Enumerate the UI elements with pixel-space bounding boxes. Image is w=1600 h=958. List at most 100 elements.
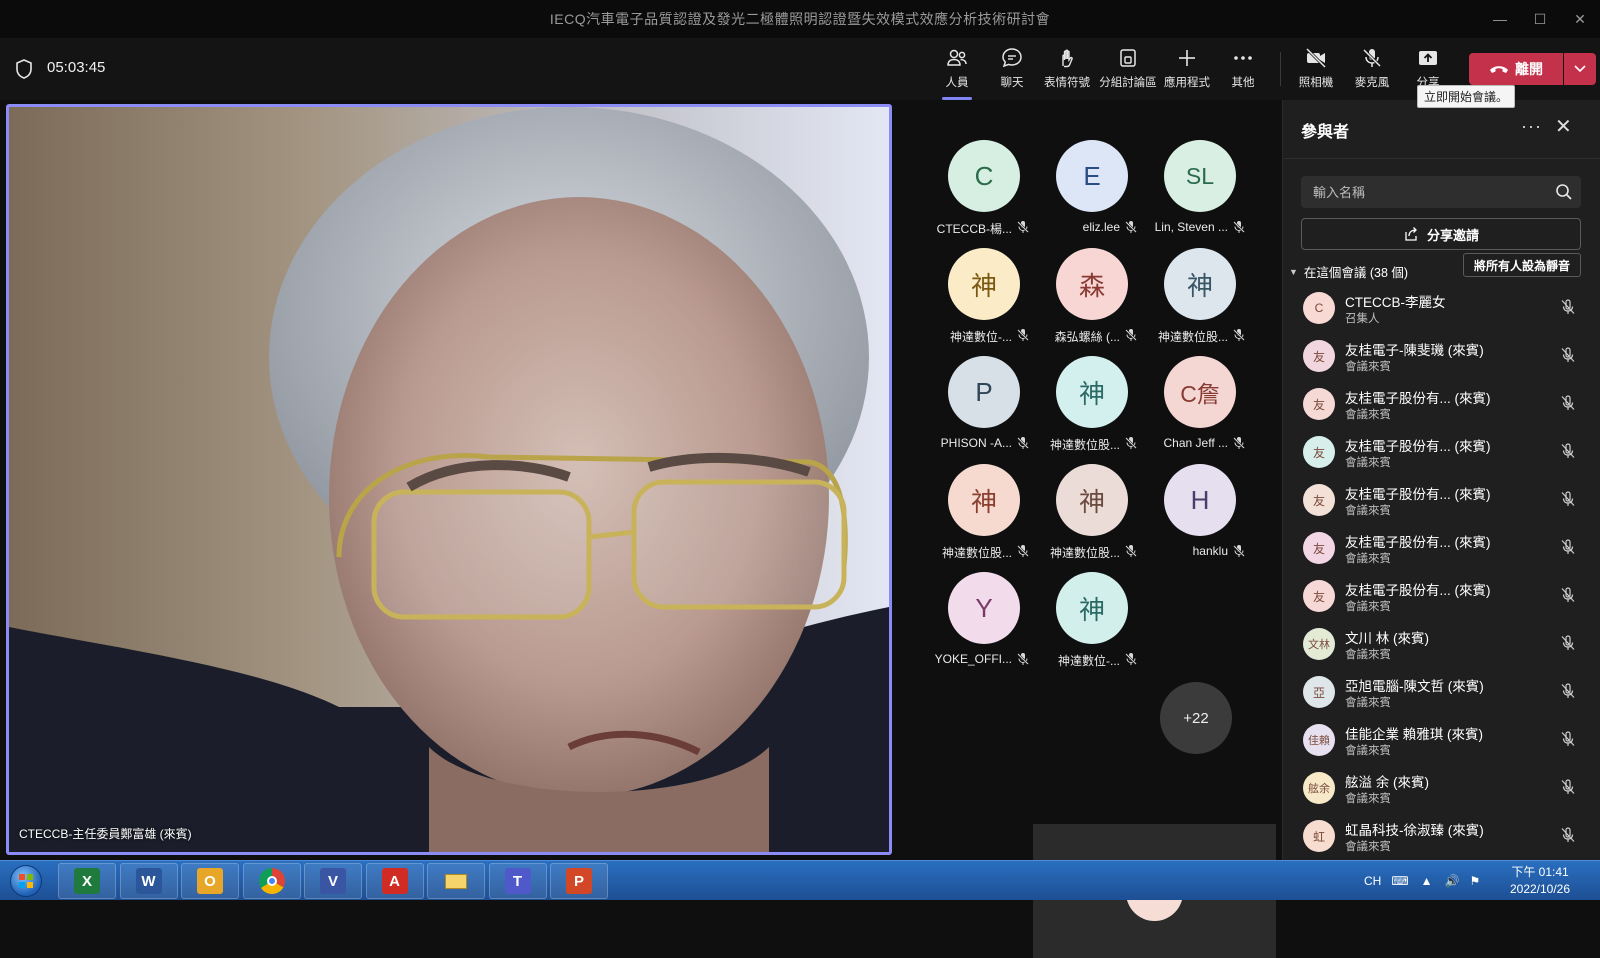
participant-name: Lin, Steven ... xyxy=(1154,220,1228,234)
minimize-button[interactable]: — xyxy=(1480,0,1520,38)
muted-mic-icon[interactable] xyxy=(1559,730,1577,748)
meeting-stage: CTECCB-主任委員鄭富雄 (來賓) C CTECCB-楊... Eeliz.le… xyxy=(0,100,1282,958)
participant-list-item[interactable]: 友友桂電子股份有... (來賓) 會議來賓 xyxy=(1283,476,1600,524)
participant-tile[interactable]: C CTECCB-楊... xyxy=(932,140,1040,248)
show-hidden-icons-icon[interactable]: ▲ xyxy=(1421,874,1433,888)
participant-list-item[interactable]: 舷余 舷溢 余 (來賓) 會議來賓 xyxy=(1283,764,1600,812)
taskbar-app-excel[interactable]: X xyxy=(58,863,116,899)
participant-list-item[interactable]: 亞亞旭電腦-陳文哲 (來賓) 會議來賓 xyxy=(1283,668,1600,716)
muted-mic-icon[interactable] xyxy=(1559,490,1577,508)
taskbar-app-powerpoint[interactable]: P xyxy=(550,863,608,899)
muted-mic-icon[interactable] xyxy=(1559,346,1577,364)
taskbar-app-outlook[interactable]: O xyxy=(181,863,239,899)
camera-button[interactable]: 照相機 xyxy=(1286,46,1346,94)
participant-tile[interactable]: 神神達數位股... xyxy=(1148,248,1256,356)
shield-icon[interactable] xyxy=(14,58,34,80)
panel-close-button[interactable]: ✕ xyxy=(1555,114,1572,139)
more-participants-tile[interactable]: +22 xyxy=(1160,682,1232,754)
participant-list-item[interactable]: 友友桂電子股份有... (來賓) 會議來賓 xyxy=(1283,572,1600,620)
breakout-rooms-label: 分組討論區 xyxy=(1099,77,1157,89)
participant-list-item[interactable]: 文林 文川 林 (來賓) 會議來賓 xyxy=(1283,620,1600,668)
participant-tile[interactable]: 神神達數位股... xyxy=(1040,356,1148,464)
participant-tile[interactable]: Hhanklu xyxy=(1148,464,1256,572)
leave-button[interactable]: 離開 xyxy=(1469,53,1563,85)
participant-name: 神達數位-... xyxy=(950,330,1012,344)
taskbar-app-chrome[interactable] xyxy=(242,863,301,899)
taskbar-app-teams[interactable]: T xyxy=(488,863,547,899)
camera-off-icon xyxy=(1305,47,1327,69)
people-button[interactable]: 人員 xyxy=(927,46,987,100)
toolbar-divider xyxy=(1280,52,1281,86)
share-icon xyxy=(1419,51,1437,65)
panel-more-button[interactable]: ··· xyxy=(1521,116,1542,137)
participant-name: 神達數位股... xyxy=(1049,438,1120,452)
taskbar-app-word[interactable]: W xyxy=(119,863,178,899)
participant-tile[interactable]: SL Lin, Steven ... xyxy=(1148,140,1256,248)
action-center-flag-icon[interactable]: ⚑ xyxy=(1470,874,1481,888)
participant-avatar: 神 xyxy=(948,464,1020,536)
taskbar-clock[interactable]: 下午 01:41 2022/10/26 xyxy=(1500,864,1580,898)
participant-tile[interactable]: 森森弘螺絲 (... xyxy=(1040,248,1148,356)
muted-mic-icon[interactable] xyxy=(1559,682,1577,700)
window-title: IECQ汽車電子品質認證及發光二極體照明認證暨失效模式效應分析技術研討會 xyxy=(549,11,1051,27)
in-meeting-section-toggle[interactable]: ▼ 在這個會議 (38 個) xyxy=(1289,262,1408,281)
breakout-rooms-button[interactable]: 分組討論區 xyxy=(1098,46,1158,94)
muted-mic-icon[interactable] xyxy=(1559,586,1577,604)
leave-options-button[interactable] xyxy=(1564,53,1596,85)
participant-tile[interactable]: 神神達數位-... xyxy=(932,248,1040,356)
mute-all-button[interactable]: 將所有人設為靜音 xyxy=(1463,253,1581,277)
participant-tile[interactable]: Eeliz.lee xyxy=(1040,140,1148,248)
muted-mic-icon xyxy=(1124,652,1138,666)
close-window-button[interactable]: ✕ xyxy=(1560,0,1600,38)
participant-tile[interactable]: 神神達數位股... xyxy=(1040,464,1148,572)
participant-list-item[interactable]: 友友桂電子股份有... (來賓) 會議來賓 xyxy=(1283,428,1600,476)
reactions-button[interactable]: 表情符號 xyxy=(1037,46,1097,94)
muted-mic-icon[interactable] xyxy=(1559,442,1577,460)
muted-mic-icon[interactable] xyxy=(1559,298,1577,316)
participant-list-name: 虹晶科技-徐淑臻 (來賓) xyxy=(1345,823,1484,838)
taskbar-app-explorer[interactable] xyxy=(427,863,485,899)
input-language[interactable]: CH xyxy=(1364,874,1381,888)
participant-list-avatar: 舷余 xyxy=(1303,772,1335,804)
participant-list-item[interactable]: C CTECCB-李麗女 召集人 xyxy=(1283,284,1600,332)
volume-icon[interactable]: 🔊 xyxy=(1445,874,1460,888)
muted-mic-icon[interactable] xyxy=(1559,634,1577,652)
start-button[interactable] xyxy=(4,863,48,899)
taskbar-app-acrobat[interactable]: A xyxy=(365,863,424,899)
participant-tile[interactable]: 神神達數位股... xyxy=(932,464,1040,572)
apps-button[interactable]: 應用程式 xyxy=(1157,46,1217,94)
keyboard-icon[interactable]: ⌨ xyxy=(1391,874,1408,888)
taskbar-app-visio[interactable]: V xyxy=(304,863,362,899)
participant-avatar: 神 xyxy=(1164,248,1236,320)
participant-avatar: 神 xyxy=(948,248,1020,320)
muted-mic-icon xyxy=(1016,436,1030,450)
muted-mic-icon[interactable] xyxy=(1559,394,1577,412)
participant-name: 神達數位股... xyxy=(1049,546,1120,560)
chat-button[interactable]: 聊天 xyxy=(982,46,1042,94)
search-icon[interactable] xyxy=(1555,183,1573,201)
maximize-button[interactable]: ☐ xyxy=(1520,0,1560,38)
more-button[interactable]: 其他 xyxy=(1213,46,1273,94)
participant-list-item[interactable]: 友友桂電子股份有... (來賓) 會議來賓 xyxy=(1283,524,1600,572)
muted-mic-icon[interactable] xyxy=(1559,778,1577,796)
participant-avatar: E xyxy=(1056,140,1128,212)
participant-list-item[interactable]: 友友桂電子股份有... (來賓) 會議來賓 xyxy=(1283,380,1600,428)
participant-list-item[interactable]: 虹虹晶科技-徐淑臻 (來賓) 會議來賓 xyxy=(1283,812,1600,860)
participant-list-role: 會議來賓 xyxy=(1345,409,1391,421)
participant-tile[interactable]: Y YOKE_OFFI... xyxy=(932,572,1040,680)
participant-list-item[interactable]: 佳賴 佳能企業 賴雅琪 (來賓) 會議來賓 xyxy=(1283,716,1600,764)
share-invite-button[interactable]: 分享邀請 xyxy=(1301,218,1581,250)
powerpoint-icon: P xyxy=(566,868,592,894)
participant-list-item[interactable]: 友友桂電子-陳斐璣 (來賓) 會議來賓 xyxy=(1283,332,1600,380)
microphone-label: 麥克風 xyxy=(1354,77,1390,89)
participant-tile[interactable]: C詹 Chan Jeff ... xyxy=(1148,356,1256,464)
participant-list: C CTECCB-李麗女 召集人友友桂電子-陳斐璣 (來賓) 會議來賓友友桂電子股份有… xyxy=(1283,284,1600,860)
outlook-icon: O xyxy=(197,868,223,894)
main-video-feed[interactable]: CTECCB-主任委員鄭富雄 (來賓) xyxy=(6,104,892,855)
participant-tile[interactable]: P PHISON -A... xyxy=(932,356,1040,464)
muted-mic-icon[interactable] xyxy=(1559,826,1577,844)
microphone-button[interactable]: 麥克風 xyxy=(1342,46,1402,94)
search-participants-input[interactable] xyxy=(1301,176,1581,208)
muted-mic-icon[interactable] xyxy=(1559,538,1577,556)
participant-tile[interactable]: 神神達數位-... xyxy=(1040,572,1148,680)
